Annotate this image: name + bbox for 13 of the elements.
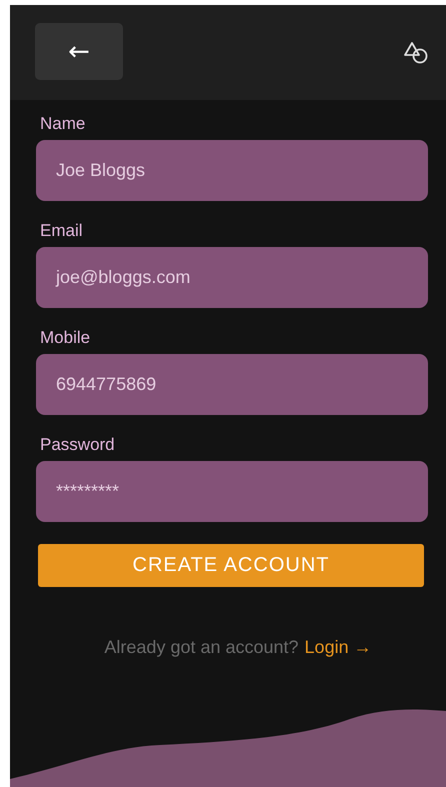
input-field[interactable]: Joe Bloggs xyxy=(36,140,428,201)
field-label: Password xyxy=(39,435,116,455)
login-prompt-text: Already got an account? xyxy=(104,637,299,658)
field-label: Name xyxy=(39,114,86,134)
shapes-icon[interactable] xyxy=(404,41,430,65)
input-field[interactable]: 6944775869 xyxy=(36,354,428,415)
back-button[interactable]: ← xyxy=(35,23,123,80)
create-account-button[interactable]: CREATE ACCOUNT xyxy=(38,544,424,587)
input-field[interactable]: ********* xyxy=(36,461,428,522)
field-label: Email xyxy=(39,221,84,241)
field-label: Mobile xyxy=(39,328,92,348)
input-field[interactable]: joe@bloggs.com xyxy=(36,247,428,308)
login-link[interactable]: Login → xyxy=(304,637,372,658)
